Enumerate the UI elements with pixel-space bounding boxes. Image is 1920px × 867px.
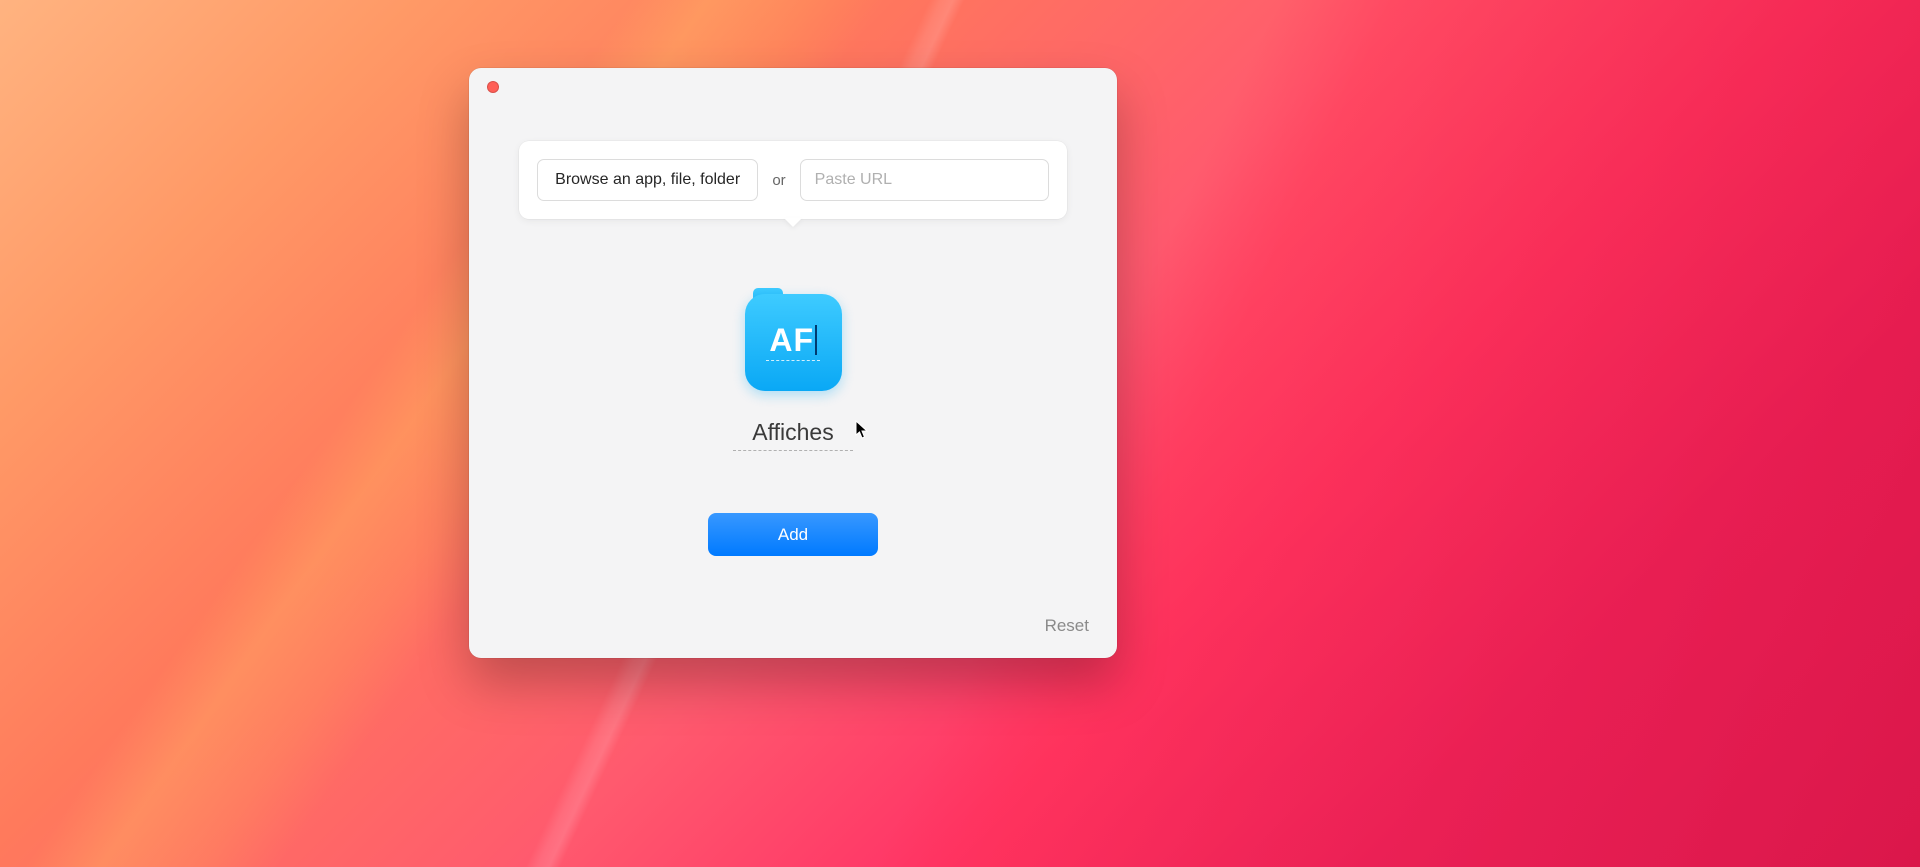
editable-underline <box>733 450 853 451</box>
browse-button[interactable]: Browse an app, file, folder <box>537 159 758 201</box>
preview-area: AF Affiches Add <box>469 294 1117 556</box>
close-window-button[interactable] <box>487 81 499 93</box>
item-name-field[interactable]: Affiches <box>752 419 833 446</box>
or-separator: or <box>772 172 785 189</box>
url-input[interactable] <box>800 159 1049 201</box>
icon-preview[interactable]: AF <box>745 294 842 391</box>
input-panel: Browse an app, file, folder or <box>519 141 1067 219</box>
add-button[interactable]: Add <box>708 513 878 556</box>
app-window: Browse an app, file, folder or AF Affich… <box>469 68 1117 658</box>
icon-text-input[interactable]: AF <box>769 324 814 356</box>
reset-button[interactable]: Reset <box>1045 616 1089 636</box>
editable-underline <box>766 360 820 361</box>
folder-icon: AF <box>745 294 842 391</box>
text-cursor <box>815 325 817 355</box>
window-titlebar[interactable] <box>469 68 1117 106</box>
